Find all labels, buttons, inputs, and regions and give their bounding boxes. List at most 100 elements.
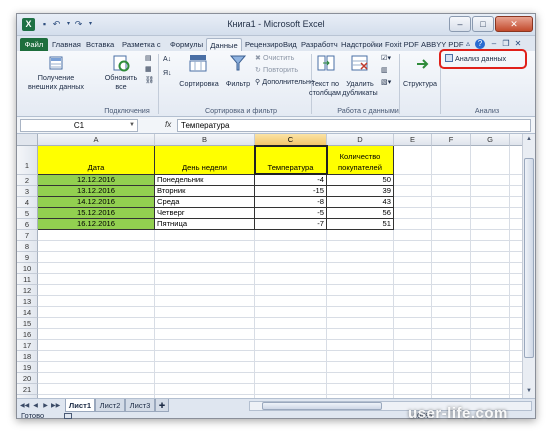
chevron-down-icon[interactable]: ▼ xyxy=(129,120,135,131)
empty-cell[interactable] xyxy=(471,384,510,395)
row-header-17[interactable]: 17 xyxy=(17,340,38,351)
empty-cell[interactable] xyxy=(155,362,255,373)
maximize-button[interactable]: □ xyxy=(472,16,494,32)
row-header-20[interactable]: 20 xyxy=(17,373,38,384)
tab-foxit[interactable]: Foxit PDF xyxy=(385,38,419,51)
empty-cell[interactable] xyxy=(510,219,522,230)
minimize-button[interactable]: – xyxy=(449,16,471,32)
empty-cell[interactable] xyxy=(510,274,522,285)
cell-a2[interactable]: 12.12.2016 xyxy=(38,175,155,186)
empty-cell[interactable] xyxy=(38,230,155,241)
formula-input[interactable]: Температура xyxy=(177,119,531,132)
empty-cell[interactable] xyxy=(471,307,510,318)
empty-cell[interactable] xyxy=(38,318,155,329)
empty-cell[interactable] xyxy=(471,263,510,274)
empty-cell[interactable] xyxy=(510,373,522,384)
tab-insert[interactable]: Вставка xyxy=(86,38,114,51)
empty-cell[interactable] xyxy=(510,318,522,329)
empty-cell[interactable] xyxy=(255,285,327,296)
empty-cell[interactable] xyxy=(155,307,255,318)
scroll-down-icon[interactable]: ▼ xyxy=(524,387,534,396)
empty-cell[interactable] xyxy=(394,241,432,252)
empty-cell[interactable] xyxy=(432,241,471,252)
tab-file[interactable]: Файл xyxy=(20,38,48,51)
empty-cell[interactable] xyxy=(432,197,471,208)
empty-cell[interactable] xyxy=(471,252,510,263)
empty-cell[interactable] xyxy=(471,230,510,241)
empty-cell[interactable] xyxy=(327,307,394,318)
empty-cell[interactable] xyxy=(510,252,522,263)
empty-cell[interactable] xyxy=(255,373,327,384)
empty-cell[interactable] xyxy=(38,351,155,362)
next-sheet-icon[interactable]: ▶ xyxy=(41,401,50,411)
row-header-5[interactable]: 5 xyxy=(17,208,38,219)
table-header-a[interactable]: Дата xyxy=(38,146,155,175)
empty-cell[interactable] xyxy=(255,307,327,318)
row-header-6[interactable]: 6 xyxy=(17,219,38,230)
empty-cell[interactable] xyxy=(155,329,255,340)
empty-cell[interactable] xyxy=(510,351,522,362)
cell-a4[interactable]: 14.12.2016 xyxy=(38,197,155,208)
empty-cell[interactable] xyxy=(155,263,255,274)
empty-cell[interactable] xyxy=(432,318,471,329)
table-header-b[interactable]: День недели xyxy=(155,146,255,175)
empty-cell[interactable] xyxy=(394,274,432,285)
tab-view[interactable]: Вид xyxy=(283,38,297,51)
empty-cell[interactable] xyxy=(394,318,432,329)
row-header-16[interactable]: 16 xyxy=(17,329,38,340)
row-header-9[interactable]: 9 xyxy=(17,252,38,263)
empty-cell[interactable] xyxy=(510,285,522,296)
empty-cell[interactable] xyxy=(38,252,155,263)
empty-cell[interactable] xyxy=(432,146,471,175)
ribbon-toggle-icon[interactable]: ▵ xyxy=(463,39,473,49)
empty-cell[interactable] xyxy=(394,362,432,373)
empty-cell[interactable] xyxy=(255,241,327,252)
row-header-3[interactable]: 3 xyxy=(17,186,38,197)
empty-cell[interactable] xyxy=(394,351,432,362)
empty-cell[interactable] xyxy=(510,296,522,307)
sort-desc-icon[interactable]: Я↓ xyxy=(163,69,172,79)
empty-cell[interactable] xyxy=(471,351,510,362)
clear-filter-button[interactable]: ✖ Очистить xyxy=(255,53,294,63)
row-header-2[interactable]: 2 xyxy=(17,175,38,186)
empty-cell[interactable] xyxy=(38,263,155,274)
cell-b6[interactable]: Пятница xyxy=(155,219,255,230)
empty-cell[interactable] xyxy=(327,384,394,395)
empty-cell[interactable] xyxy=(255,318,327,329)
empty-cell[interactable] xyxy=(394,373,432,384)
consolidate-icon[interactable]: ▥ xyxy=(381,65,388,75)
empty-cell[interactable] xyxy=(155,252,255,263)
doc-restore-icon[interactable]: ❐ xyxy=(501,39,511,49)
row-header-19[interactable]: 19 xyxy=(17,362,38,373)
empty-cell[interactable] xyxy=(327,252,394,263)
worksheet-grid[interactable]: A B C D E F G H 123456789101112131415161… xyxy=(17,134,522,398)
empty-cell[interactable] xyxy=(432,263,471,274)
empty-cell[interactable] xyxy=(394,197,432,208)
row-header-18[interactable]: 18 xyxy=(17,351,38,362)
row-header-15[interactable]: 15 xyxy=(17,318,38,329)
name-box[interactable]: C1 ▼ xyxy=(20,119,138,132)
empty-cell[interactable] xyxy=(38,296,155,307)
empty-cell[interactable] xyxy=(394,230,432,241)
empty-cell[interactable] xyxy=(38,285,155,296)
advanced-filter-button[interactable]: ⚲ Дополнительно xyxy=(255,77,314,87)
empty-cell[interactable] xyxy=(255,263,327,274)
empty-cell[interactable] xyxy=(432,175,471,186)
empty-cell[interactable] xyxy=(327,274,394,285)
row-header-21[interactable]: 21 xyxy=(17,384,38,395)
empty-cell[interactable] xyxy=(394,340,432,351)
tab-page-layout[interactable]: Разметка с xyxy=(122,38,161,51)
empty-cell[interactable] xyxy=(394,263,432,274)
empty-cell[interactable] xyxy=(327,362,394,373)
empty-cell[interactable] xyxy=(394,285,432,296)
cell-d3[interactable]: 39 xyxy=(327,186,394,197)
empty-cell[interactable] xyxy=(510,329,522,340)
empty-cell[interactable] xyxy=(38,373,155,384)
empty-cell[interactable] xyxy=(255,362,327,373)
empty-cell[interactable] xyxy=(255,351,327,362)
empty-cell[interactable] xyxy=(510,230,522,241)
empty-cell[interactable] xyxy=(155,285,255,296)
cell-b5[interactable]: Четверг xyxy=(155,208,255,219)
sheet-tab-2[interactable]: Лист2 xyxy=(95,399,125,412)
empty-cell[interactable] xyxy=(510,340,522,351)
